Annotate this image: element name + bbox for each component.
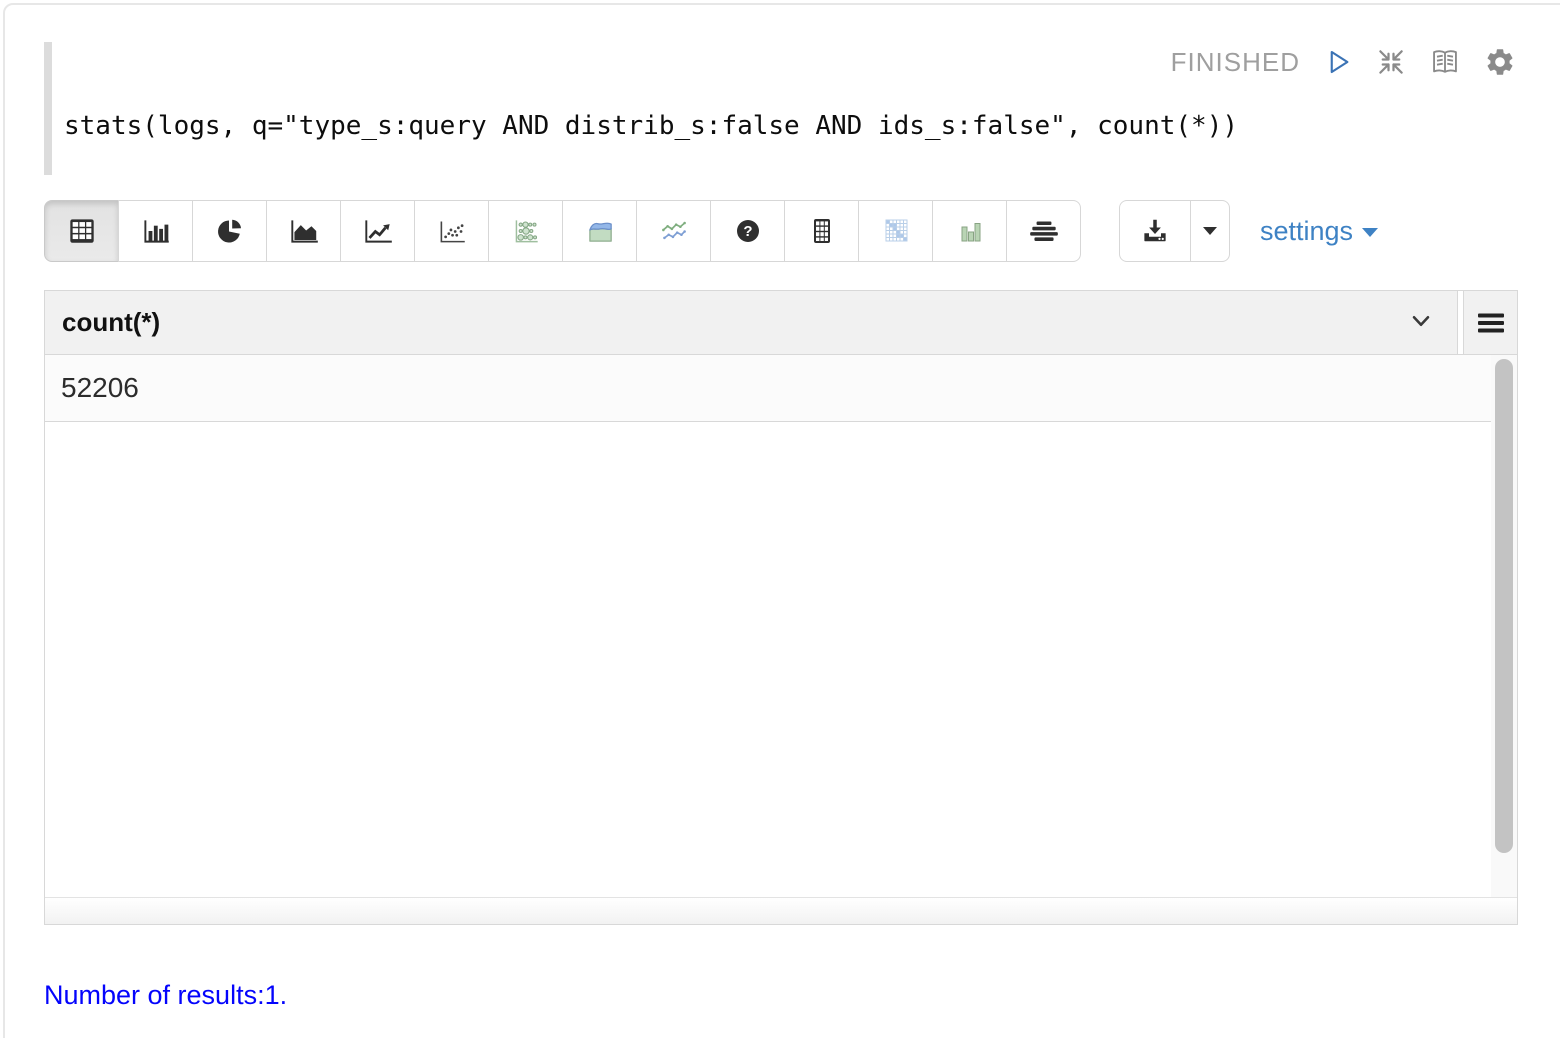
download-options-button[interactable] <box>1190 200 1230 262</box>
multi-line-chart-icon <box>657 216 691 246</box>
svg-text:?: ? <box>743 223 752 240</box>
run-button[interactable] <box>1323 47 1353 77</box>
viz-button-line-chart[interactable] <box>340 200 415 262</box>
viz-button-table[interactable] <box>44 200 119 262</box>
compress-icon <box>1376 47 1406 77</box>
book-icon <box>1429 46 1461 78</box>
viz-button-bubble-chart[interactable] <box>488 200 563 262</box>
table-header-row: count(*) <box>45 291 1517 355</box>
settings-caret-icon <box>1362 228 1378 237</box>
download-button[interactable] <box>1119 200 1191 262</box>
download-group <box>1119 200 1230 262</box>
settings-label: settings <box>1260 216 1353 247</box>
table-rows: 52206 <box>45 355 1491 897</box>
bubble-chart-icon <box>509 216 543 246</box>
table-row: 52206 <box>45 355 1491 422</box>
viz-button-scatter-chart[interactable] <box>414 200 489 262</box>
viz-button-area-chart[interactable] <box>266 200 341 262</box>
table-menu-button[interactable] <box>1463 291 1517 354</box>
heatmap-icon <box>880 216 912 246</box>
chart-type-group: ? <box>44 200 1081 262</box>
hamburger-icon <box>1476 311 1506 335</box>
play-icon <box>1323 47 1353 77</box>
question-circle-icon: ? <box>732 216 764 246</box>
code-editor[interactable]: stats(logs, q="type_s:query AND distrib_… <box>64 110 1238 142</box>
green-bars-icon <box>954 216 986 246</box>
paragraph-status-bar: FINISHED <box>0 42 1516 82</box>
viz-button-heatmap-chart[interactable] <box>858 200 933 262</box>
viz-button-pyramid-chart[interactable] <box>1006 200 1081 262</box>
column-header-label: count(*) <box>45 307 160 338</box>
area-chart-icon <box>287 216 321 246</box>
pie-chart-icon <box>214 216 246 246</box>
bar-chart-icon <box>139 216 173 246</box>
line-chart-icon <box>361 216 395 246</box>
viz-button-bar-chart[interactable] <box>118 200 193 262</box>
gear-icon <box>1484 46 1516 78</box>
vertical-scrollbar-thumb[interactable] <box>1495 359 1513 853</box>
table-cell-count: 52206 <box>45 372 139 404</box>
results-count-text: Number of results:1. <box>44 980 287 1011</box>
viz-button-help[interactable]: ? <box>710 200 785 262</box>
viz-button-pivot-table[interactable] <box>784 200 859 262</box>
horizontal-scrollbar[interactable] <box>45 897 1517 924</box>
table-body: 52206 <box>45 355 1517 897</box>
status-badge: FINISHED <box>1171 47 1300 78</box>
stacked-area-chart-icon <box>583 216 617 246</box>
pivot-grid-icon <box>806 216 838 246</box>
viz-button-pie-chart[interactable] <box>192 200 267 262</box>
settings-link[interactable]: settings <box>1260 216 1378 247</box>
result-table: count(*) <box>44 290 1518 925</box>
scatter-chart-icon <box>435 216 469 246</box>
paragraph-settings-button[interactable] <box>1484 46 1516 78</box>
download-icon <box>1140 216 1170 246</box>
viz-button-column-chart[interactable] <box>932 200 1007 262</box>
editor-gutter <box>44 42 52 175</box>
column-header-count[interactable]: count(*) <box>45 291 1458 354</box>
zeppelin-paragraph: FINISHED <box>0 0 1560 1038</box>
viz-toolbar: ? <box>44 200 1378 262</box>
sort-chevron-button[interactable] <box>1407 306 1435 339</box>
collapse-button[interactable] <box>1376 47 1406 77</box>
pyramid-bars-icon <box>1027 216 1061 246</box>
viz-button-stacked-area-chart[interactable] <box>562 200 637 262</box>
caret-down-icon <box>1201 224 1219 238</box>
chevron-down-icon <box>1407 306 1435 334</box>
viz-button-multi-line-chart[interactable] <box>636 200 711 262</box>
report-view-button[interactable] <box>1429 46 1461 78</box>
table-icon <box>65 216 99 246</box>
vertical-scrollbar[interactable] <box>1491 355 1517 897</box>
